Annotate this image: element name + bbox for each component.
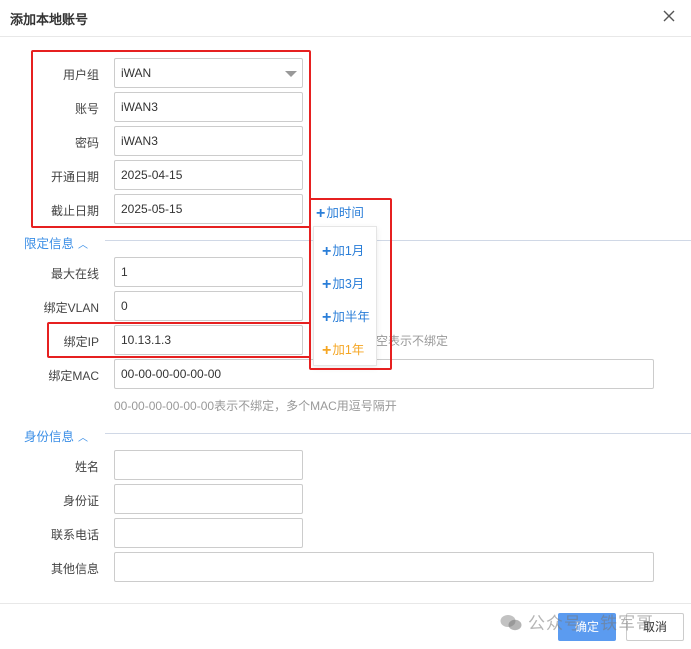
plus-icon: + xyxy=(322,342,332,359)
menu-item-label: 加半年 xyxy=(332,310,370,324)
phone-label: 联系电话 xyxy=(50,528,99,542)
dialog-title-bar: 添加本地账号 xyxy=(0,0,691,37)
section-divider xyxy=(105,433,691,434)
menu-item-label: 加1年 xyxy=(332,343,365,357)
account-label: 账号 xyxy=(74,102,99,116)
plus-icon: + xyxy=(322,243,332,260)
id-card-label: 身份证 xyxy=(62,494,99,508)
menu-item-add-1-year[interactable]: +加1年 xyxy=(322,339,364,360)
name-label: 姓名 xyxy=(74,460,99,474)
open-date-input[interactable]: 2025-04-15 xyxy=(114,160,303,190)
chevron-down-icon xyxy=(285,71,297,77)
add-local-account-dialog: 添加本地账号 用户组 iWAN 账号 iWAN3 密码 iWAN3 开通日期 2… xyxy=(0,0,691,649)
watermark: 公众号 · 铁军哥 xyxy=(500,609,654,634)
other-info-row: 其他信息 xyxy=(0,552,691,582)
bind-vlan-input[interactable]: 0 xyxy=(114,291,303,321)
password-input[interactable]: iWAN3 xyxy=(114,126,303,156)
bind-vlan-label: 绑定VLAN xyxy=(43,301,99,315)
other-info-input[interactable] xyxy=(114,552,654,582)
plus-icon: + xyxy=(316,205,326,222)
max-online-label: 最大在线 xyxy=(50,267,99,281)
account-row: 账号 iWAN3 xyxy=(0,92,691,122)
watermark-text: 公众号 · 铁军哥 xyxy=(528,614,655,633)
user-group-label: 用户组 xyxy=(62,68,99,82)
identity-section-header[interactable]: 身份信息 ︿ xyxy=(0,426,691,445)
menu-item-label: 加1月 xyxy=(332,244,365,258)
menu-item-add-1-month[interactable]: +加1月 xyxy=(322,240,364,261)
password-row: 密码 iWAN3 xyxy=(0,126,691,156)
bind-mac-hint: 00-00-00-00-00-00表示不绑定，多个MAC用逗号隔开 xyxy=(114,399,397,413)
user-group-select[interactable]: iWAN xyxy=(114,58,303,88)
name-row: 姓名 xyxy=(0,450,691,480)
dialog-title: 添加本地账号 xyxy=(10,12,89,27)
id-card-row: 身份证 xyxy=(0,484,691,514)
bind-ip-input[interactable]: 10.13.1.3 xyxy=(114,325,303,355)
identity-section-title: 身份信息 ︿ xyxy=(24,426,95,445)
phone-input[interactable] xyxy=(114,518,303,548)
wechat-icon xyxy=(500,615,522,631)
bind-ip-label: 绑定IP xyxy=(63,335,99,349)
add-time-label: 加时间 xyxy=(326,206,364,220)
bind-mac-label: 绑定MAC xyxy=(48,369,99,383)
identity-title-text: 身份信息 xyxy=(24,430,75,444)
close-icon[interactable] xyxy=(661,8,677,24)
menu-item-label: 加3月 xyxy=(332,277,365,291)
user-group-row: 用户组 iWAN xyxy=(0,58,691,88)
password-label: 密码 xyxy=(74,136,99,150)
add-time-menu: +加1月 +加3月 +加半年 +加1年 xyxy=(313,226,377,366)
bind-mac-input[interactable]: 00-00-00-00-00-00 xyxy=(114,359,654,389)
menu-item-add-3-months[interactable]: +加3月 xyxy=(322,273,364,294)
open-date-label: 开通日期 xyxy=(50,170,99,184)
limits-title-text: 限定信息 xyxy=(24,237,75,251)
chevron-up-icon: ︿ xyxy=(78,240,89,251)
bind-ip-hint: 空表示不绑定 xyxy=(376,334,449,348)
other-info-label: 其他信息 xyxy=(50,562,99,576)
menu-item-add-half-year[interactable]: +加半年 xyxy=(322,306,370,327)
section-divider xyxy=(105,240,691,241)
name-input[interactable] xyxy=(114,450,303,480)
id-card-input[interactable] xyxy=(114,484,303,514)
expire-date-input[interactable]: 2025-05-15 xyxy=(114,194,303,224)
add-time-button[interactable]: +加时间 xyxy=(316,202,364,223)
limits-section-title: 限定信息 ︿ xyxy=(24,233,95,252)
max-online-input[interactable]: 1 xyxy=(114,257,303,287)
chevron-up-icon: ︿ xyxy=(78,433,89,444)
plus-icon: + xyxy=(322,309,332,326)
phone-row: 联系电话 xyxy=(0,518,691,548)
open-date-row: 开通日期 2025-04-15 xyxy=(0,160,691,190)
plus-icon: + xyxy=(322,276,332,293)
account-input[interactable]: iWAN3 xyxy=(114,92,303,122)
user-group-value: iWAN xyxy=(121,66,152,80)
expire-date-label: 截止日期 xyxy=(50,204,99,218)
